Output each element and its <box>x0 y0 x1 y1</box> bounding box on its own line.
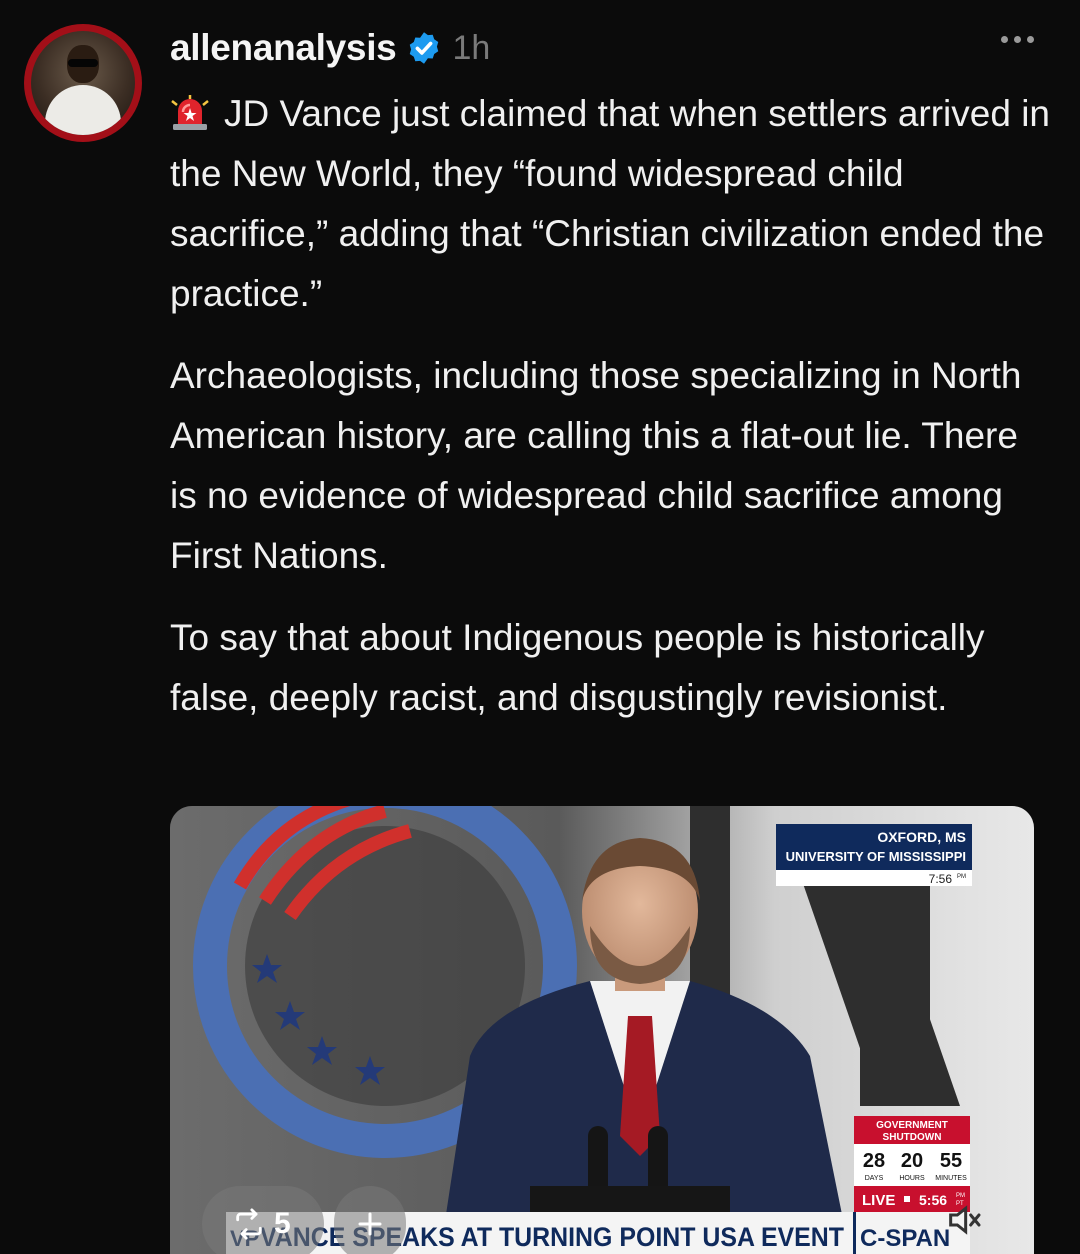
svg-text:MINUTES: MINUTES <box>935 1175 967 1182</box>
more-options-icon[interactable] <box>1001 36 1034 43</box>
location-time: 7:56 <box>929 872 953 886</box>
plus-icon <box>358 1212 382 1236</box>
siren-icon <box>171 95 209 130</box>
svg-text:PM: PM <box>956 1193 965 1199</box>
hours-value: 20 <box>901 1150 923 1172</box>
location-line1: OXFORD, MS <box>877 829 966 845</box>
verified-badge-icon <box>410 32 439 64</box>
video-player[interactable]: OXFORD, MS UNIVERSITY OF MISSISSIPPI 7:5… <box>170 806 1034 1254</box>
svg-text:SHUTDOWN: SHUTDOWN <box>883 1132 942 1143</box>
days-value: 28 <box>863 1150 885 1172</box>
post-paragraph: To say that about Indigenous people is h… <box>170 617 985 718</box>
mute-icon[interactable] <box>944 1200 984 1240</box>
svg-text:DAYS: DAYS <box>865 1175 884 1182</box>
add-button[interactable] <box>334 1186 406 1254</box>
video-frame: OXFORD, MS UNIVERSITY OF MISSISSIPPI 7:5… <box>170 806 1034 1254</box>
post-body: JD Vance just claimed that when settlers… <box>170 84 1050 750</box>
avatar-image <box>31 31 135 135</box>
svg-text:LIVE: LIVE <box>862 1192 895 1209</box>
post-time: 1h <box>452 28 491 67</box>
avatar[interactable] <box>24 24 142 142</box>
minutes-value: 55 <box>940 1150 962 1172</box>
svg-text:PM: PM <box>957 874 966 880</box>
repost-button[interactable]: 5 <box>202 1186 324 1254</box>
post-paragraph: JD Vance just claimed that when settlers… <box>170 84 1050 324</box>
svg-text:5:56: 5:56 <box>919 1192 947 1208</box>
username[interactable]: allenanalysis <box>170 27 397 69</box>
repost-count: 5 <box>274 1207 291 1240</box>
post-paragraph: Archaeologists, including those speciali… <box>170 355 1022 576</box>
network-logo: C-SPAN <box>860 1225 950 1252</box>
repost-icon <box>236 1208 262 1240</box>
location-line2: UNIVERSITY OF MISSISSIPPI <box>786 849 966 864</box>
svg-text:GOVERNMENT: GOVERNMENT <box>876 1120 948 1131</box>
svg-text:HOURS: HOURS <box>899 1175 925 1182</box>
post-paragraph-text-1: JD Vance just claimed that when settlers… <box>170 93 1051 314</box>
post-header: allenanalysis 1h <box>170 26 490 70</box>
